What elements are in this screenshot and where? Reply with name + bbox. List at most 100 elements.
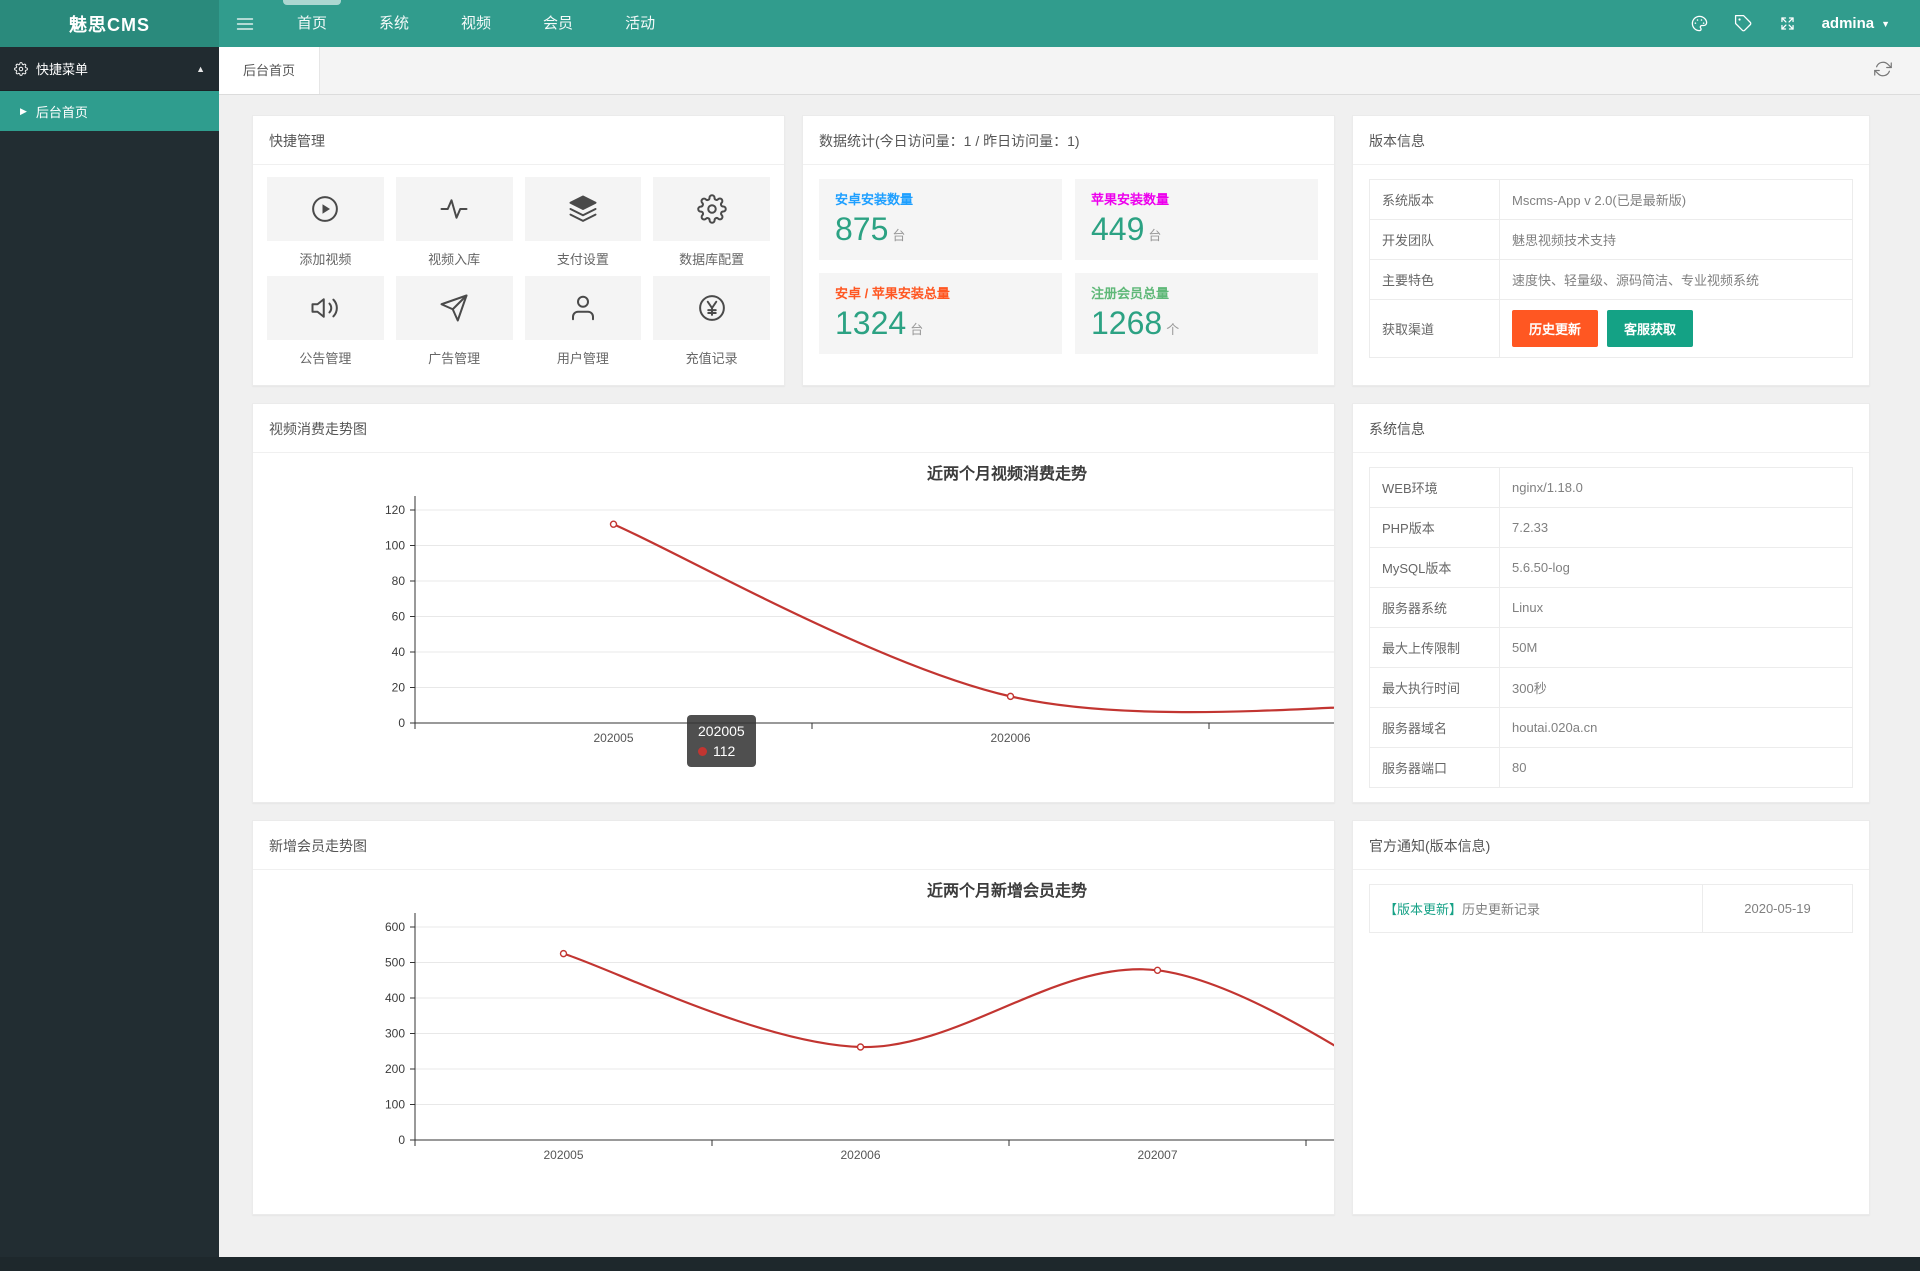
- quick-tile-充值记录[interactable]: 充值记录: [653, 276, 770, 367]
- notice-text: 【版本更新】历史更新记录: [1370, 885, 1702, 932]
- tile-label: 充值记录: [685, 351, 738, 366]
- quick-tile-支付设置[interactable]: 支付设置: [524, 177, 642, 268]
- nav-item-3[interactable]: 视频: [435, 0, 517, 47]
- button-客服获取[interactable]: 客服获取: [1607, 310, 1694, 347]
- sidebar-item-dashboard[interactable]: ▶ 后台首页: [0, 91, 219, 131]
- quick-tile-用户管理[interactable]: 用户管理: [524, 276, 642, 367]
- tab-dashboard[interactable]: 后台首页: [219, 47, 321, 94]
- table-row: 获取渠道 历史更新 客服获取: [1369, 299, 1853, 358]
- video-consumption-chart[interactable]: 0 20 40 60 80 100 120 202005 202006 近两个月视频消费走势 202…: [253, 453, 1334, 797]
- stat-label: 苹果安装数量: [1091, 192, 1170, 207]
- theme-palette-button[interactable]: [1678, 0, 1722, 47]
- svg-text:80: 80: [392, 574, 406, 588]
- nav-item-1[interactable]: 首页: [271, 0, 353, 47]
- play-arrow-icon: ▶: [20, 105, 27, 116]
- svg-text:202006: 202006: [840, 1148, 880, 1162]
- paper-plane-icon: [440, 294, 468, 322]
- user-menu[interactable]: admina ▼: [1810, 0, 1902, 47]
- hamburger-icon: [236, 17, 254, 30]
- sidebar-toggle-button[interactable]: [219, 0, 271, 47]
- video-consumption-chart-card: 视频消费走势图 0 20 40 60 80 100 120 202005 202006 近两个月视…: [252, 403, 1335, 803]
- tile-label: 支付设置: [556, 252, 609, 267]
- quick-tiles: 添加视频 视频入库 支付设置 数据库配置公告管理 广告管理 用户管理 充值记录: [253, 165, 784, 385]
- tile-icon-box: [653, 177, 770, 241]
- tile-label: 公告管理: [299, 351, 352, 366]
- quick-tile-视频入库[interactable]: 视频入库: [395, 177, 513, 268]
- row-value: nginx/1.18.0: [1499, 467, 1853, 508]
- nav-item-5[interactable]: 活动: [599, 0, 681, 47]
- quick-tile-添加视频[interactable]: 添加视频: [267, 177, 384, 268]
- speaker-icon: [311, 298, 339, 318]
- button-历史更新[interactable]: 历史更新: [1512, 310, 1599, 347]
- app-logo[interactable]: 魅思CMS: [0, 0, 219, 47]
- svg-text:300: 300: [385, 1027, 405, 1041]
- refresh-icon: [1874, 61, 1892, 77]
- new-members-chart-card: 新增会员走势图 0 100 200 300 400 500 600 202005 202006 2…: [252, 820, 1335, 1215]
- tile-icon-box: [395, 276, 513, 340]
- svg-text:100: 100: [385, 539, 405, 553]
- notice-row[interactable]: 【版本更新】历史更新记录 2020-05-19: [1369, 884, 1853, 933]
- table-row: 服务器端口 80: [1369, 747, 1853, 788]
- dashboard-content: 快捷管理 添加视频 视频入库 支付设置 数据库配置 公告管理 广告管理 用户管理 充值记录 数…: [219, 95, 1920, 1235]
- row-value: Mscms-App v 2.0(已是最新版): [1499, 179, 1853, 220]
- svg-text:202007: 202007: [1137, 1148, 1177, 1162]
- stat-box: 安卓安装数量 875 台: [819, 179, 1062, 260]
- stat-label: 安卓 / 苹果安装总量: [835, 286, 950, 301]
- chart-canvas: 0 100 200 300 400 500 600 202005 202006 202007 近两个…: [385, 881, 1334, 1162]
- svg-text:202005: 202005: [543, 1148, 583, 1162]
- stat-box: 注册会员总量 1268 个: [1075, 273, 1318, 354]
- quick-management-card: 快捷管理 添加视频 视频入库 支付设置 数据库配置 公告管理 广告管理 用户管理 充值记录: [252, 115, 785, 386]
- chevron-down-icon: ▼: [1881, 18, 1890, 29]
- row-label: 服务器端口: [1369, 747, 1500, 788]
- quick-tile-数据库配置[interactable]: 数据库配置: [653, 177, 770, 268]
- table-row: 服务器域名 houtai.020a.cn: [1369, 707, 1853, 748]
- fullscreen-button[interactable]: [1766, 0, 1810, 47]
- user-icon: [571, 295, 594, 321]
- system-table: WEB环境 nginx/1.18.0 PHP版本 7.2.33 MySQL版本 5.6.5…: [1369, 467, 1853, 788]
- tag-button[interactable]: [1722, 0, 1766, 47]
- fullscreen-icon: [1781, 17, 1794, 30]
- nav-item-4[interactable]: 会员: [517, 0, 599, 47]
- row-value: Linux: [1499, 587, 1853, 628]
- row-label: 主要特色: [1369, 259, 1500, 300]
- row-value: 7.2.33: [1499, 507, 1853, 548]
- row-label: PHP版本: [1369, 507, 1500, 548]
- user-name: admina: [1821, 15, 1875, 32]
- row-label: 最大上传限制: [1369, 627, 1500, 668]
- svg-text:100: 100: [385, 1098, 405, 1112]
- card-title: 视频消费走势图: [253, 404, 1334, 453]
- card-title: 官方通知(版本信息): [1353, 821, 1869, 870]
- row-value: 5.6.50-log: [1499, 547, 1853, 588]
- statistics-card: 数据统计(今日访问量：1 / 昨日访问量：1) 安卓安装数量 875 台 苹果安装数量…: [802, 115, 1335, 386]
- chart-canvas: 0 20 40 60 80 100 120 202005 202006 近两个月视频消费走势: [385, 464, 1334, 745]
- nav-item-2[interactable]: 系统: [353, 0, 435, 47]
- quick-tile-广告管理[interactable]: 广告管理: [395, 276, 513, 367]
- tile-icon-box: [395, 177, 513, 241]
- sidebar-section-label: 快捷菜单: [36, 62, 89, 77]
- svg-text:近两个月视频消费走势: 近两个月视频消费走势: [927, 464, 1087, 483]
- quick-tile-公告管理[interactable]: 公告管理: [267, 276, 384, 367]
- svg-text:600: 600: [385, 920, 405, 934]
- main-nav: 首页 系统 视频 会员 活动: [271, 0, 681, 47]
- refresh-button[interactable]: [1874, 60, 1892, 81]
- row-value: 速度快、轻量级、源码简洁、专业视频系统: [1499, 259, 1853, 300]
- row-label: 获取渠道: [1369, 299, 1500, 358]
- navbar-right: admina ▼: [1678, 0, 1920, 47]
- sidebar-section-quick-menu[interactable]: 快捷菜单 ▲: [0, 47, 219, 91]
- stat-unit: 台: [1148, 228, 1162, 243]
- tile-icon-box: [267, 177, 384, 241]
- svg-text:202006: 202006: [990, 731, 1030, 745]
- table-row: 主要特色 速度快、轻量级、源码简洁、专业视频系统: [1369, 259, 1853, 300]
- stat-value: 875 台: [835, 211, 906, 247]
- new-members-chart[interactable]: 0 100 200 300 400 500 600 202005 202006 202007 近两个…: [253, 870, 1334, 1214]
- tile-icon-box: [267, 276, 384, 340]
- table-row: WEB环境 nginx/1.18.0: [1369, 467, 1853, 508]
- activity-icon: [440, 199, 468, 219]
- tag-icon: [1735, 14, 1752, 32]
- card-title: 版本信息: [1353, 116, 1869, 165]
- svg-text:20: 20: [392, 681, 406, 695]
- topbar: 魅思CMS 首页 系统 视频 会员 活动 admina ▼: [0, 0, 1920, 47]
- stat-value: 449 台: [1091, 211, 1162, 247]
- stat-label: 注册会员总量: [1091, 286, 1170, 301]
- row-label: 系统版本: [1369, 179, 1500, 220]
